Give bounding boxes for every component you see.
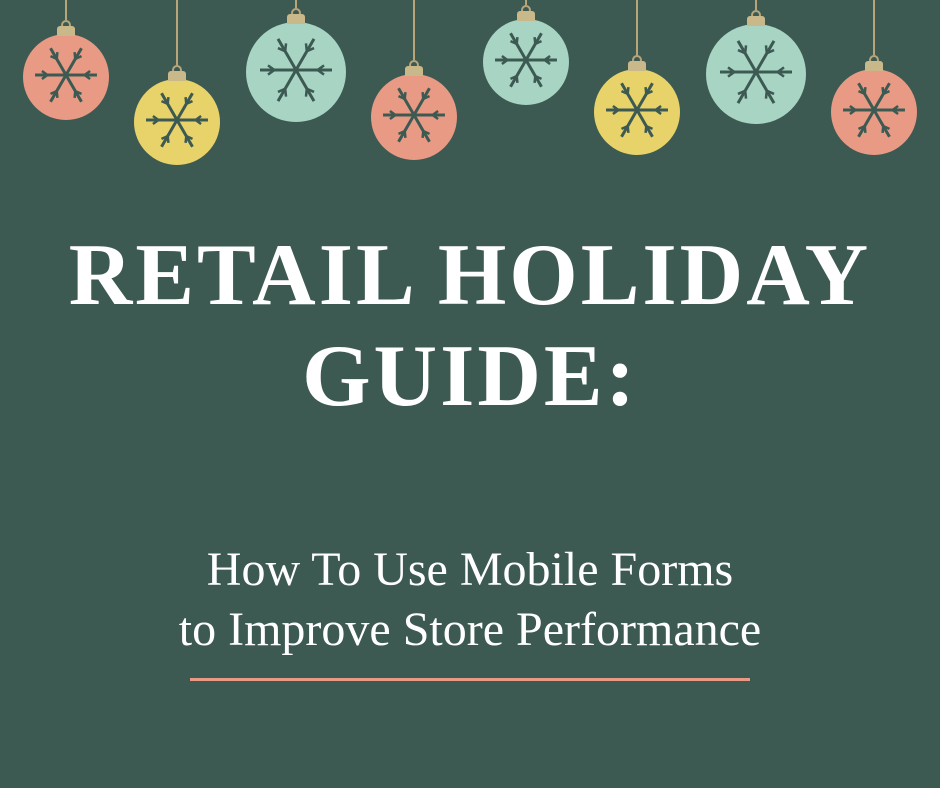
- ornament-string: [636, 0, 638, 55]
- snowflake-icon: [831, 67, 917, 158]
- subtitle-block: How To Use Mobile Forms to Improve Store…: [0, 540, 940, 681]
- ornament-cap: [405, 66, 423, 76]
- ornament-ball: [371, 74, 457, 160]
- ornament-cap: [517, 11, 535, 21]
- snowflake-icon: [23, 32, 109, 123]
- ornament-row: [0, 0, 940, 200]
- subtitle-line-1: How To Use Mobile Forms: [0, 540, 940, 600]
- snowflake-icon: [706, 22, 806, 127]
- snowflake-icon: [134, 77, 220, 168]
- ornament-string: [295, 0, 297, 8]
- main-title: RETAIL HOLIDAY GUIDE:: [0, 225, 940, 427]
- ornament-string: [413, 0, 415, 60]
- subtitle-line-2: to Improve Store Performance: [0, 600, 940, 660]
- ornament-string: [755, 0, 757, 10]
- ornament-ball: [134, 79, 220, 165]
- ornament-ball: [594, 69, 680, 155]
- ornament-cap: [287, 14, 305, 24]
- ornament-cap: [628, 61, 646, 71]
- snowflake-icon: [483, 17, 569, 108]
- ornament-ball: [831, 69, 917, 155]
- snowflake-icon: [246, 20, 346, 125]
- ornament-ball: [23, 34, 109, 120]
- ornament-3: [246, 0, 346, 200]
- ornament-ball: [706, 24, 806, 124]
- ornament-5: [483, 0, 569, 200]
- ornament-cap: [57, 26, 75, 36]
- snowflake-icon: [371, 72, 457, 163]
- ornament-6: [594, 0, 680, 200]
- ornament-7: [706, 0, 806, 200]
- ornament-2: [134, 0, 220, 200]
- ornament-ball: [483, 19, 569, 105]
- ornament-string: [873, 0, 875, 55]
- ornament-8: [831, 0, 917, 200]
- ornament-cap: [865, 61, 883, 71]
- snowflake-icon: [594, 67, 680, 158]
- ornament-string: [65, 0, 67, 20]
- ornament-4: [371, 0, 457, 200]
- ornament-cap: [747, 16, 765, 26]
- ornament-string: [176, 0, 178, 65]
- ornament-1: [23, 0, 109, 200]
- accent-underline: [190, 678, 750, 681]
- ornament-ball: [246, 22, 346, 122]
- ornament-cap: [168, 71, 186, 81]
